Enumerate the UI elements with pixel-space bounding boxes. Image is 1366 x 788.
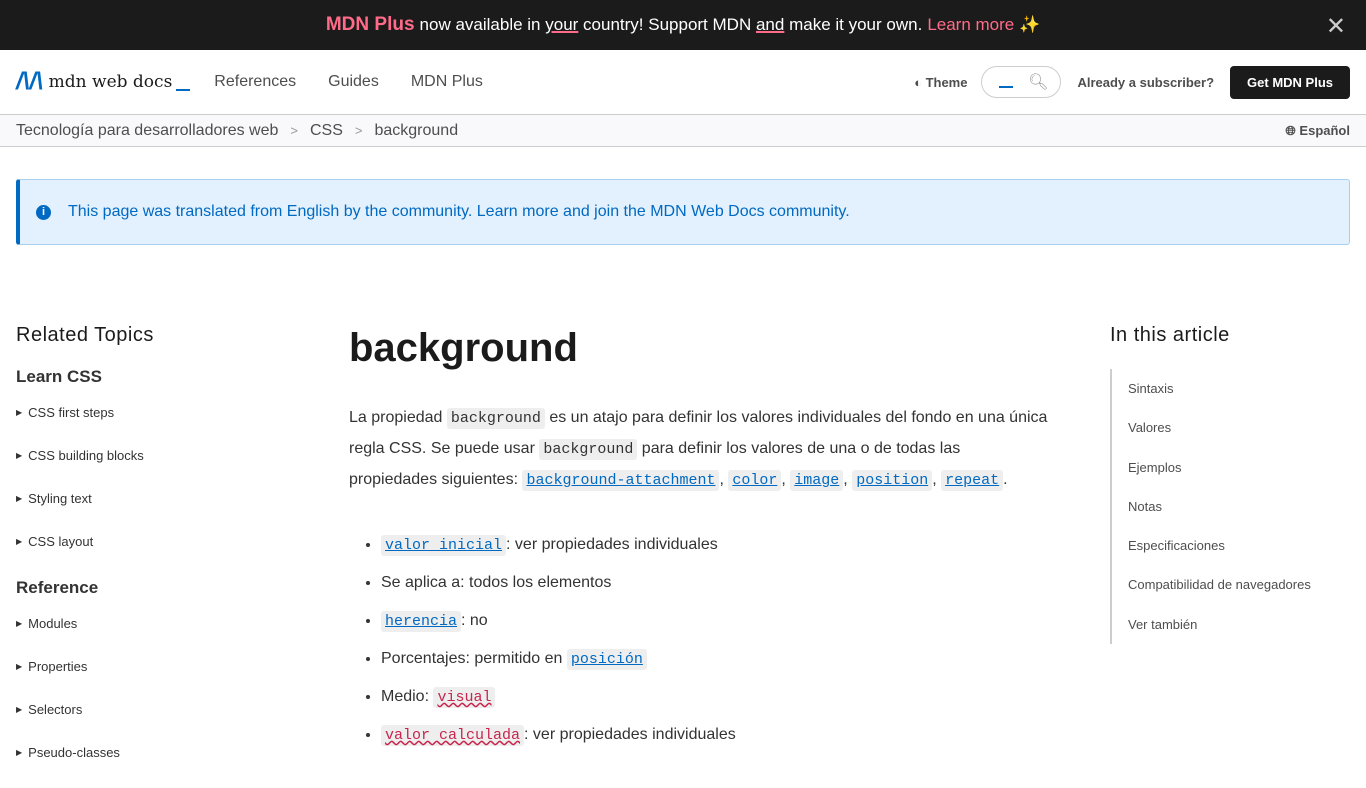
list-item: valor calculada: ver propiedades individ… (381, 725, 1049, 764)
sidebar-item[interactable]: Modules (16, 616, 276, 659)
banner-brand: MDN Plus (325, 14, 415, 35)
theme-label: Theme (925, 74, 968, 90)
toc-item[interactable]: Ver también (1128, 605, 1311, 644)
link-repeat[interactable]: repeat (941, 470, 1004, 491)
banner-text: make it your own. (789, 15, 923, 34)
learn-more-link[interactable]: Learn more (927, 15, 1014, 35)
toc-title: In this article (1110, 324, 1230, 346)
get-mdn-plus-button[interactable]: Get MDN Plus (1230, 65, 1350, 99)
link-initial-value[interactable]: valor inicial (381, 535, 507, 556)
link-position[interactable]: posición (566, 649, 647, 670)
translation-notice: i This page was translated from English b… (16, 179, 1350, 245)
chevron-right-icon: > (354, 123, 363, 138)
banner-text: and (755, 15, 785, 34)
breadcrumb: Tecnología para desarrolladores web > CSS… (0, 115, 1366, 147)
login-link[interactable]: Already a subscriber? (1077, 75, 1214, 90)
close-icon[interactable]: ✕ (1326, 12, 1346, 41)
language-label: Español (1299, 122, 1350, 138)
link-color[interactable]: color (728, 470, 782, 491)
top-nav: /\/\ mdn web docs References Guides MDN P… (0, 50, 1366, 115)
mdn-logo[interactable]: /\/\ mdn web docs (16, 68, 191, 96)
broken-link-visual[interactable]: visual (433, 687, 496, 708)
sidebar-item[interactable]: Selectors (16, 702, 276, 745)
sparkle-icon: ✨ (1018, 15, 1041, 34)
list-item: Porcentajes: permitido en posición (381, 649, 1049, 688)
nav-mdn-plus[interactable]: MDN Plus (411, 73, 483, 91)
theme-button[interactable]: ◐ Theme (914, 75, 967, 90)
sidebar-item[interactable]: Pseudo-classes (16, 745, 276, 788)
globe-icon: 🌐︎ (1285, 122, 1296, 138)
nav-guides[interactable]: Guides (328, 73, 379, 91)
toc-item[interactable]: Notas (1128, 487, 1311, 526)
page-title: background (349, 326, 578, 370)
broken-link-computed[interactable]: valor calculada (381, 725, 525, 746)
sidebar-item[interactable]: Styling text (16, 491, 276, 534)
list-item: Medio: visual (381, 687, 1049, 726)
link-position[interactable]: position (852, 470, 933, 491)
sidebar: Related Topics Learn CSS CSS first steps… (16, 324, 276, 788)
list-item: valor inicial: ver propiedades individua… (381, 535, 1049, 574)
banner-text: your (545, 15, 579, 34)
link-inheritance[interactable]: herencia (381, 611, 462, 632)
list-item: Se aplica a: todos los elementos (381, 574, 1049, 612)
sidebar-section-title[interactable]: Reference (16, 578, 276, 598)
sidebar-title: Related Topics (16, 324, 154, 346)
language-selector[interactable]: 🌐︎ Español (1285, 123, 1350, 139)
link-background-attachment[interactable]: background-attachment (522, 470, 720, 491)
logo-text: mdn web docs (48, 72, 173, 92)
sidebar-item[interactable]: CSS first steps (16, 405, 276, 448)
search-icon: 🔍︎ (1028, 74, 1049, 91)
info-icon: i (36, 204, 51, 220)
promo-banner: MDN Plus now available in your country! … (0, 0, 1366, 50)
toc-item[interactable]: Sintaxis (1128, 369, 1311, 408)
logo-mark-icon: /\/\ (16, 68, 43, 95)
link-image[interactable]: image (790, 470, 844, 491)
article: background La propiedad background es un… (349, 326, 1049, 764)
search-input[interactable]: 🔍︎ (981, 66, 1062, 98)
breadcrumb-item[interactable]: background (374, 122, 458, 140)
intro-paragraph: La propiedad background es un atajo para… (349, 408, 1048, 491)
breadcrumb-item[interactable]: CSS (310, 122, 343, 140)
nav-references[interactable]: References (214, 73, 296, 91)
notice-text[interactable]: This page was translated from English by… (68, 203, 850, 221)
banner-text: country! Support MDN (583, 15, 752, 34)
table-of-contents: In this article Sintaxis Valores Ejemplo… (1110, 324, 1311, 645)
property-list: valor inicial: ver propiedades individua… (349, 535, 1049, 764)
contrast-icon: ◐ (914, 74, 922, 90)
sidebar-item[interactable]: CSS layout (16, 534, 276, 564)
toc-item[interactable]: Compatibilidad de navegadores (1128, 565, 1311, 604)
sidebar-item[interactable]: CSS building blocks (16, 448, 276, 491)
toc-item[interactable]: Especificaciones (1128, 526, 1311, 565)
sidebar-section-title[interactable]: Learn CSS (16, 367, 276, 387)
sidebar-item[interactable]: Properties (16, 659, 276, 702)
banner-text: now available in (419, 15, 541, 34)
toc-item[interactable]: Valores (1128, 408, 1311, 447)
breadcrumb-item[interactable]: Tecnología para desarrolladores web (16, 122, 278, 140)
list-item: herencia: no (381, 611, 1049, 650)
chevron-right-icon: > (290, 123, 298, 138)
toc-item[interactable]: Ejemplos (1128, 448, 1311, 487)
